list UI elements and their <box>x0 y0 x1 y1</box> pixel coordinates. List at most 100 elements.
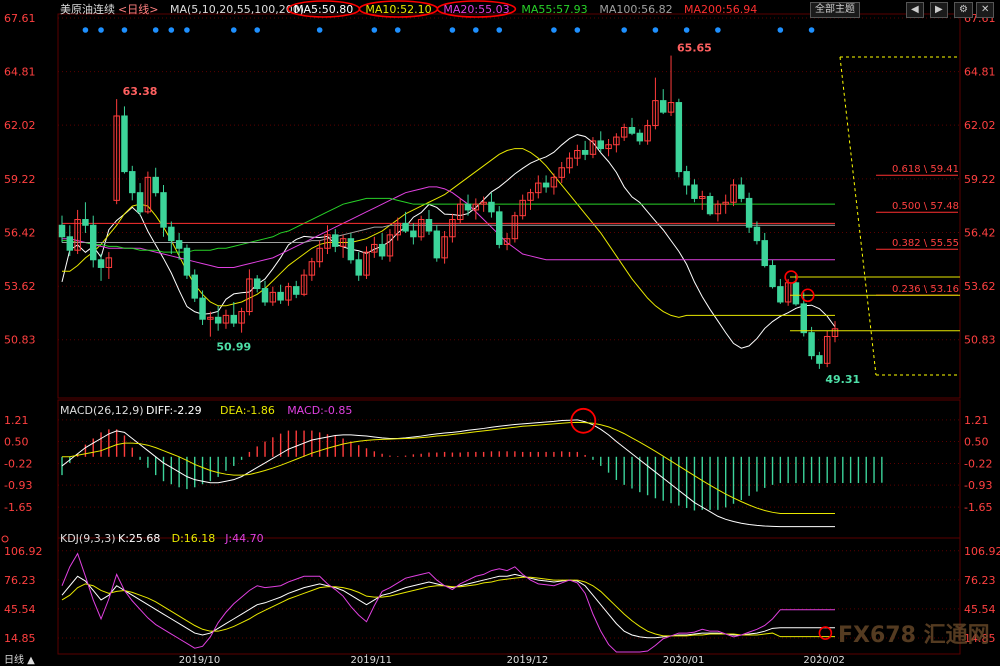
macd-legend-0: DIFF:-2.29 <box>146 404 202 417</box>
settings-icon[interactable]: ⚙ <box>954 2 973 18</box>
candle-body <box>152 176 159 194</box>
candle-body <box>433 230 441 259</box>
symbol-title: 美原油连续 <box>60 2 115 16</box>
candle-body <box>738 184 745 199</box>
candle-body <box>402 222 409 232</box>
kdj-legend-1: D:16.18 <box>172 532 216 545</box>
candle-body <box>129 171 136 194</box>
y-tick-label: 0.50 <box>4 436 29 449</box>
signal-dot <box>168 27 175 33</box>
candle-body <box>745 197 753 228</box>
ma-line-ma100 <box>62 224 835 244</box>
price-extreme-label: 63.38 <box>123 85 158 98</box>
theme-button[interactable]: 全部主题 <box>810 2 860 18</box>
macd-legend-1: DEA:-1.86 <box>220 404 275 417</box>
signal-dot <box>574 27 581 33</box>
signal-dot <box>371 27 378 33</box>
y-tick-label: -1.65 <box>964 501 992 514</box>
watermark: FX678 汇通网 <box>838 623 990 648</box>
macd-diff-line <box>61 419 835 528</box>
ma-line-ma10 <box>62 148 835 318</box>
fib-level-label: 0.236 \ 53.16 <box>892 284 959 295</box>
candle-body <box>761 240 768 267</box>
candle-body <box>82 219 89 226</box>
candle-body <box>769 265 776 288</box>
candle-body <box>410 230 417 238</box>
signal-dot <box>254 27 261 33</box>
candle-body <box>706 196 714 215</box>
fib-level-label: 0.618 \ 59.41 <box>892 164 959 175</box>
candle-body <box>214 316 222 324</box>
period-tab: 日线 ▲ <box>4 653 35 666</box>
y-tick-label: 76.23 <box>4 574 36 587</box>
signal-dot <box>473 27 479 33</box>
candle-body <box>581 149 589 155</box>
y-tick-label: 1.21 <box>964 414 989 427</box>
candle-body <box>168 226 175 242</box>
candle-body <box>160 192 167 228</box>
candle-body <box>89 224 97 261</box>
signal-dot <box>551 27 557 33</box>
candle-body <box>121 115 128 173</box>
candle-body <box>800 303 808 334</box>
candle-body <box>597 140 604 150</box>
signal-dot <box>715 27 721 33</box>
candle-body <box>175 240 183 249</box>
candle-body <box>261 288 269 303</box>
ma-legend-2: MA20:55.03 <box>443 3 509 16</box>
y-tick-label: 64.81 <box>964 66 996 79</box>
signal-dot <box>394 27 401 33</box>
x-tick-label: 2019/10 <box>179 655 221 666</box>
y-tick-label: 0.50 <box>964 436 989 449</box>
y-tick-label: 64.81 <box>4 66 36 79</box>
fib-level-label: 0.382 \ 55.55 <box>892 238 959 249</box>
candle-body <box>636 132 644 142</box>
ma-params: MA(5,10,20,55,100,200) <box>170 3 304 16</box>
close-icon[interactable]: ✕ <box>976 2 995 18</box>
y-tick-label: 62.02 <box>4 119 36 132</box>
candle-body <box>816 355 823 364</box>
candle-body <box>808 332 815 357</box>
candle-body <box>378 243 386 257</box>
prev-icon[interactable]: ◀ <box>906 2 924 18</box>
next-icon[interactable]: ▶ <box>930 2 948 18</box>
kdj-d-line <box>61 576 835 638</box>
candle-body <box>355 259 362 276</box>
signal-dot <box>621 27 627 33</box>
y-tick-label: 45.54 <box>4 603 36 616</box>
candle-body <box>691 184 698 199</box>
y-tick-label: 62.02 <box>964 119 996 132</box>
candle-body <box>628 126 636 134</box>
candle-body <box>488 201 495 213</box>
price-extreme-label: 65.65 <box>677 42 712 55</box>
ma-line-ma20 <box>62 186 835 268</box>
macd-title: MACD(26,12,9) <box>60 404 144 417</box>
signal-dot <box>152 27 159 33</box>
signal-dot <box>496 27 503 33</box>
y-tick-label: 53.62 <box>964 280 996 293</box>
y-tick-label: -1.65 <box>4 501 32 514</box>
candle-body <box>277 291 284 301</box>
signal-dot <box>82 27 89 33</box>
candle-body <box>230 314 238 324</box>
candle-body <box>683 171 690 186</box>
signal-dot <box>98 27 104 33</box>
candle-body <box>97 259 105 268</box>
candle-body <box>58 224 66 238</box>
quote-chart[interactable]: 67.61 67.6164.81 64.8162.02 62.0259.22 59.22… <box>0 0 1000 666</box>
y-tick-label: 45.54 <box>964 603 996 616</box>
candle-body <box>136 192 144 213</box>
candle-body <box>496 211 503 245</box>
x-tick-label: 2020/01 <box>663 655 705 666</box>
signal-dot <box>184 27 190 33</box>
signal-dot <box>121 27 128 33</box>
fib-level-label: 0.500 \ 57.48 <box>892 201 959 212</box>
y-tick-label: 59.22 <box>4 173 36 186</box>
x-tick-label: 2020/02 <box>803 655 845 666</box>
candle-body <box>777 286 784 303</box>
y-tick-label: 56.42 <box>964 227 996 240</box>
candle-body <box>253 278 261 290</box>
y-tick-label: 53.62 <box>4 280 36 293</box>
signal-dot <box>777 27 784 33</box>
candle-body <box>332 234 339 247</box>
